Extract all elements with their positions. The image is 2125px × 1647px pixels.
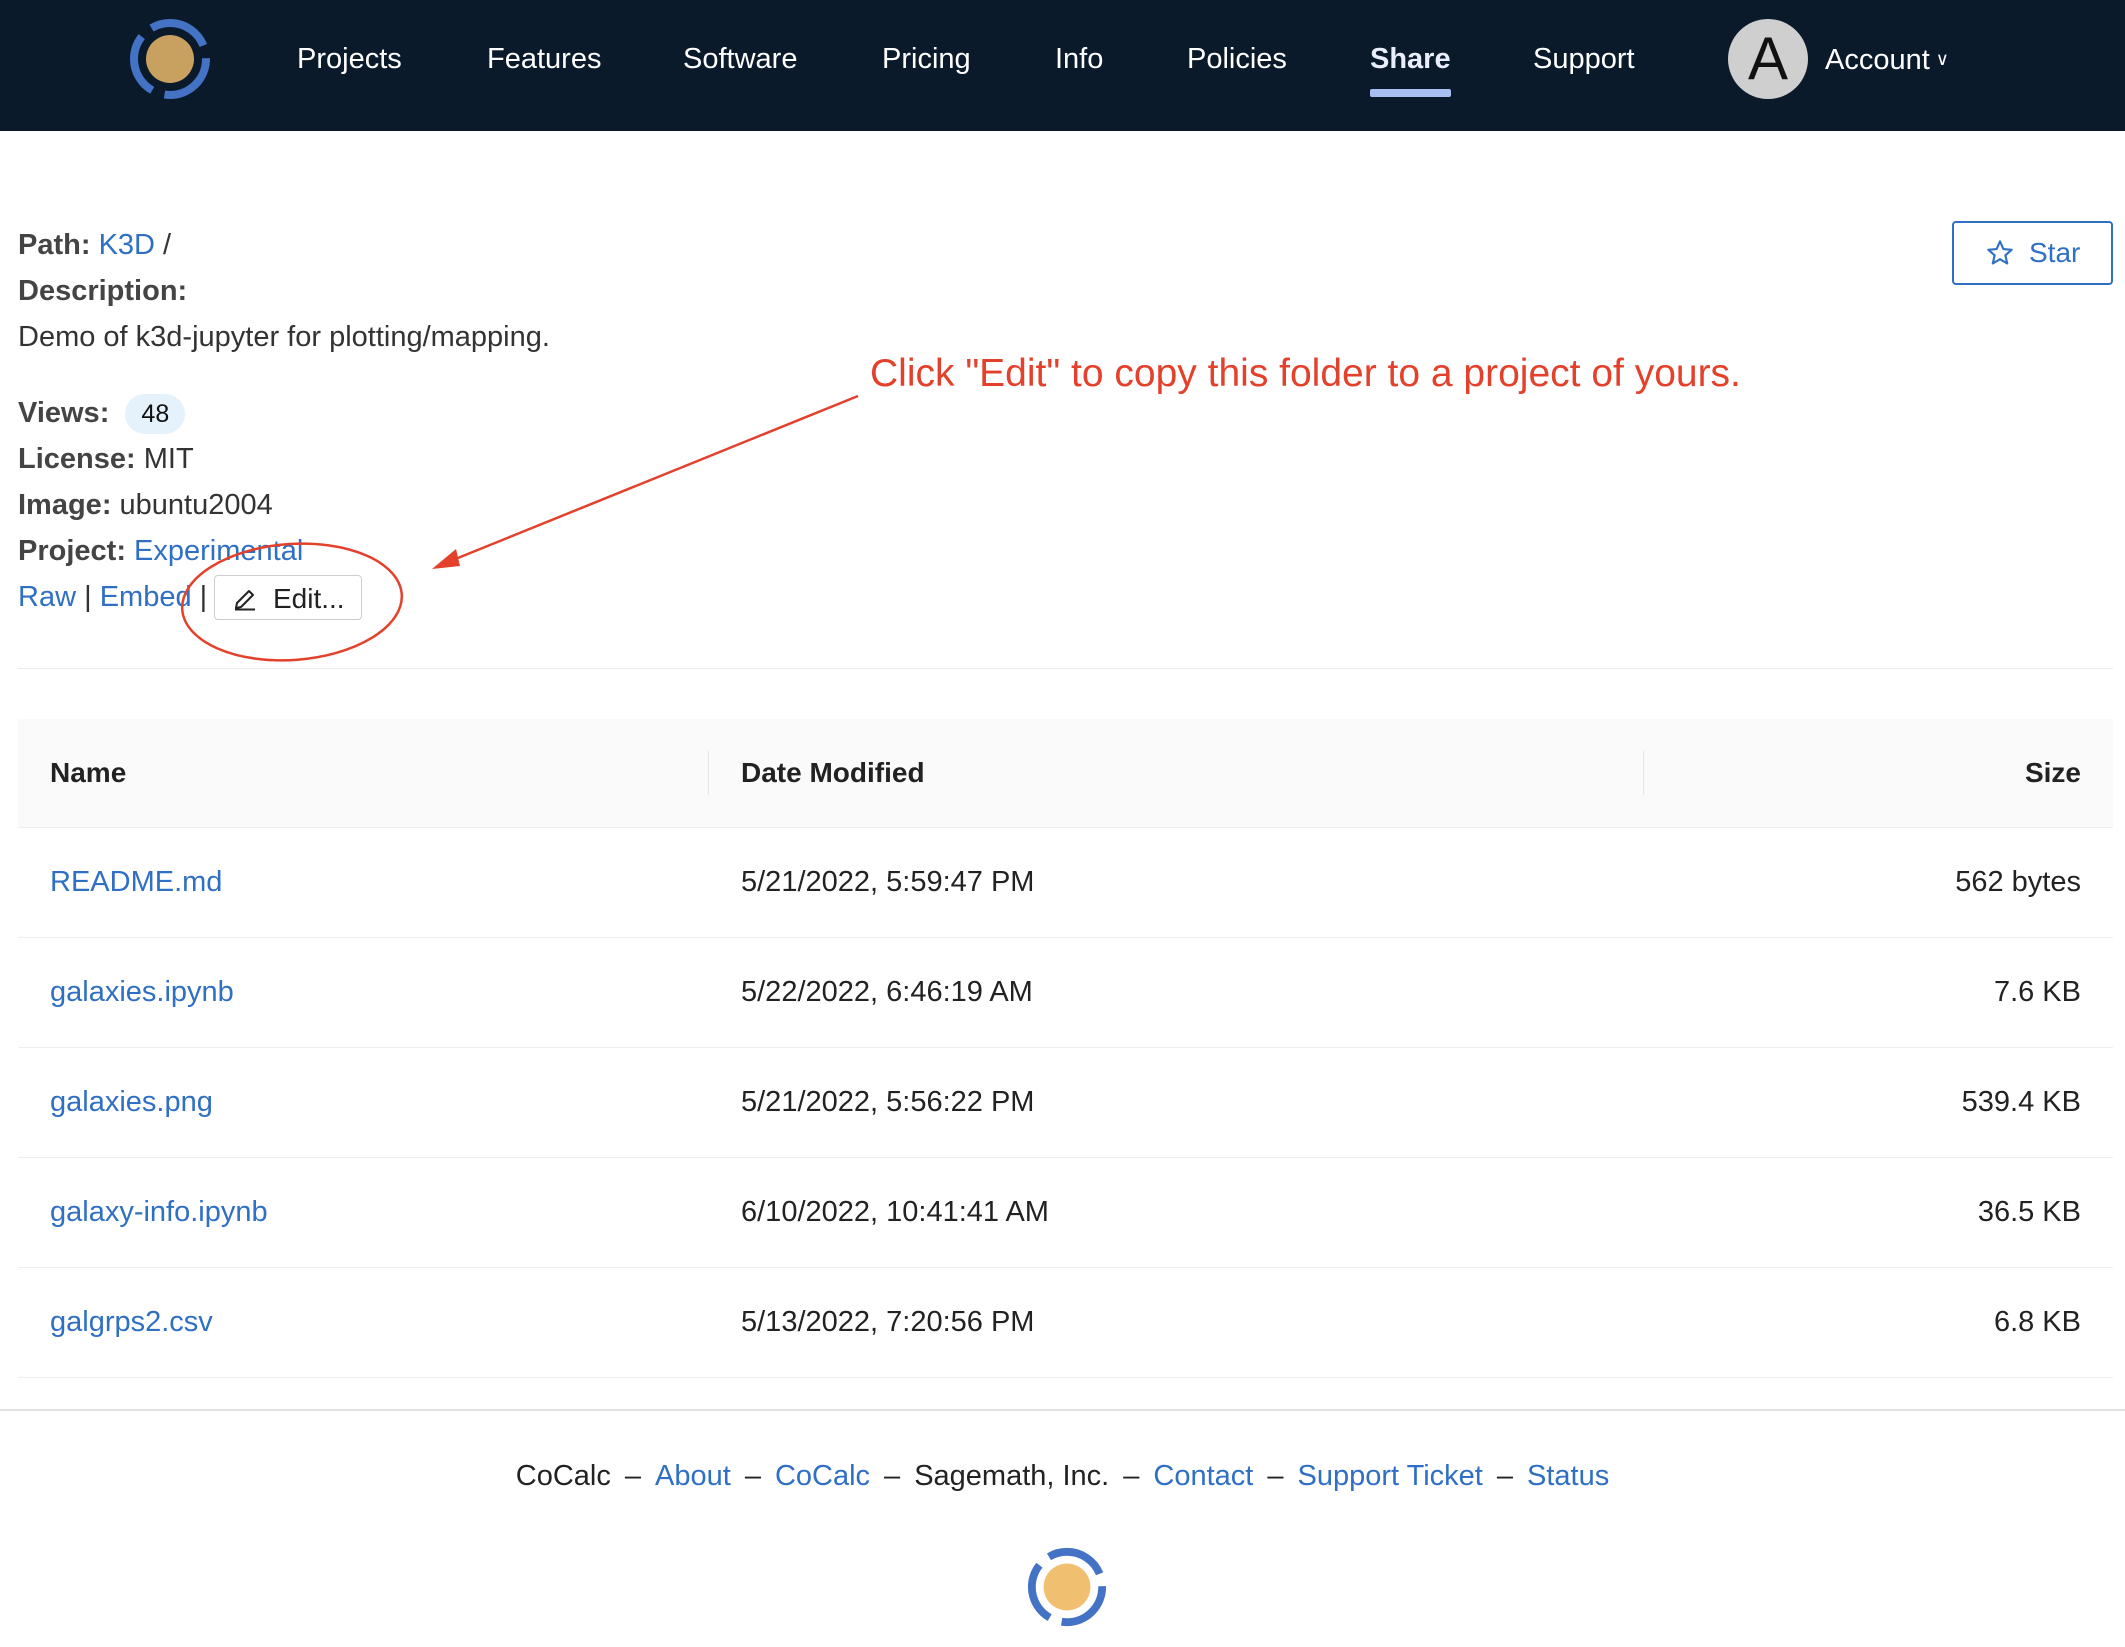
footer-company: Sagemath, Inc. (914, 1460, 1110, 1492)
header-date[interactable]: Date Modified (741, 719, 925, 827)
embed-link[interactable]: Embed (100, 581, 192, 613)
footer-about-link[interactable]: About (655, 1460, 731, 1492)
account-label: Account (1825, 44, 1930, 76)
file-size: 36.5 KB (1977, 1196, 2081, 1228)
views-badge: 48 (125, 394, 186, 434)
image-value: ubuntu2004 (119, 489, 273, 521)
path-separator: / (163, 229, 172, 261)
cocalc-logo-icon[interactable] (1025, 1545, 1109, 1629)
avatar[interactable]: A (1728, 19, 1808, 99)
footer-dash: – (884, 1460, 901, 1492)
footer-cocalc-link[interactable]: CoCalc (775, 1460, 870, 1492)
file-size: 6.8 KB (1993, 1306, 2081, 1338)
project-link[interactable]: Experimental (134, 535, 303, 567)
star-label: Star (2029, 237, 2081, 268)
footer-dash: – (624, 1460, 642, 1492)
footer-divider (0, 1409, 2125, 1411)
footer: CoCalc – About – CoCalc – Sagemath, Inc. – Conta… (0, 1460, 2125, 1493)
footer-brand: CoCalc (515, 1460, 611, 1492)
table-row: galaxy-info.ipynb 6/10/2022, 10:41:41 AM… (18, 1158, 2113, 1268)
column-divider (1643, 751, 1644, 795)
pipe-separator: | (199, 581, 208, 613)
file-link[interactable]: galaxy-info.ipynb (50, 1158, 268, 1266)
image-label: Image: (18, 489, 112, 521)
license-line: License: MIT (18, 439, 194, 479)
nav-pricing[interactable]: Pricing (882, 38, 971, 80)
divider (18, 668, 2113, 669)
image-line: Image: ubuntu2004 (18, 485, 273, 525)
nav-features[interactable]: Features (487, 38, 601, 80)
actions-line: Raw | Embed | (18, 577, 207, 617)
views-label: Views: (18, 397, 110, 429)
project-line: Project: Experimental (18, 531, 303, 571)
path-link[interactable]: K3D (99, 229, 155, 261)
star-icon (1987, 240, 2013, 265)
nav-projects[interactable]: Projects (297, 38, 402, 80)
top-navbar: Projects Features Software Pricing Info … (0, 0, 2125, 131)
footer-status-link[interactable]: Status (1527, 1460, 1609, 1492)
file-link[interactable]: galgrps2.csv (50, 1268, 213, 1376)
description-label: Description: (18, 275, 188, 307)
description-label-line: Description: (18, 271, 187, 311)
file-link[interactable]: galaxies.png (50, 1048, 213, 1156)
file-date: 5/21/2022, 5:59:47 PM (741, 866, 1035, 898)
nav-policies[interactable]: Policies (1187, 38, 1287, 80)
table-row: README.md 5/21/2022, 5:59:47 PM 562 byte… (18, 828, 2113, 938)
file-link[interactable]: README.md (50, 828, 222, 936)
file-date: 5/22/2022, 6:46:19 AM (741, 976, 1033, 1008)
file-date: 5/13/2022, 7:20:56 PM (741, 1306, 1035, 1338)
license-value: MIT (143, 443, 194, 475)
edit-button[interactable]: Edit... (214, 575, 362, 620)
column-divider (708, 751, 709, 795)
annotation-arrow (447, 394, 859, 564)
star-button[interactable]: Star (1952, 221, 2113, 285)
nav-share[interactable]: Share (1370, 38, 1451, 97)
path-line: Path: K3D / (18, 225, 171, 265)
header-name[interactable]: Name (50, 719, 126, 827)
pencil-icon (235, 590, 255, 611)
file-table: Name Date Modified Size README.md 5/21/2… (18, 719, 2113, 1378)
edit-button-label: Edit... (273, 583, 345, 614)
footer-dash: – (1123, 1460, 1140, 1492)
table-row: galaxies.png 5/21/2022, 5:56:22 PM 539.4… (18, 1048, 2113, 1158)
description-text: Demo of k3d-jupyter for plotting/mapping… (18, 321, 550, 353)
chevron-down-icon: ∨ (1935, 49, 1949, 69)
footer-dash: – (744, 1460, 761, 1492)
file-size: 7.6 KB (1993, 976, 2081, 1008)
file-date: 5/21/2022, 5:56:22 PM (741, 1086, 1035, 1118)
footer-support-ticket-link[interactable]: Support Ticket (1297, 1460, 1482, 1492)
license-label: License: (18, 443, 136, 475)
path-label: Path: (18, 229, 91, 261)
footer-dash: – (1267, 1460, 1284, 1492)
file-date: 6/10/2022, 10:41:41 AM (741, 1196, 1049, 1228)
annotation-text: Click "Edit" to copy this folder to a pr… (870, 352, 1741, 395)
table-row: galgrps2.csv 5/13/2022, 7:20:56 PM 6.8 K… (18, 1268, 2113, 1378)
project-label: Project: (18, 535, 126, 567)
nav-support[interactable]: Support (1533, 38, 1635, 80)
views-line: Views: 48 (18, 393, 186, 434)
file-size: 539.4 KB (1961, 1086, 2081, 1118)
raw-link[interactable]: Raw (18, 581, 76, 613)
nav-software[interactable]: Software (683, 38, 797, 80)
arrowhead-icon (432, 549, 460, 569)
header-size[interactable]: Size (2025, 719, 2081, 827)
cocalc-logo-icon[interactable] (127, 16, 213, 102)
file-size: 562 bytes (1955, 866, 2081, 898)
footer-contact-link[interactable]: Contact (1153, 1460, 1253, 1492)
pipe-separator: | (84, 581, 92, 613)
table-row: galaxies.ipynb 5/22/2022, 6:46:19 AM 7.6… (18, 938, 2113, 1048)
footer-dash: – (1496, 1460, 1513, 1492)
table-header: Name Date Modified Size (18, 719, 2113, 828)
file-link[interactable]: galaxies.ipynb (50, 938, 234, 1046)
nav-info[interactable]: Info (1055, 38, 1103, 80)
account-menu[interactable]: Account ∨ (1825, 38, 1949, 80)
